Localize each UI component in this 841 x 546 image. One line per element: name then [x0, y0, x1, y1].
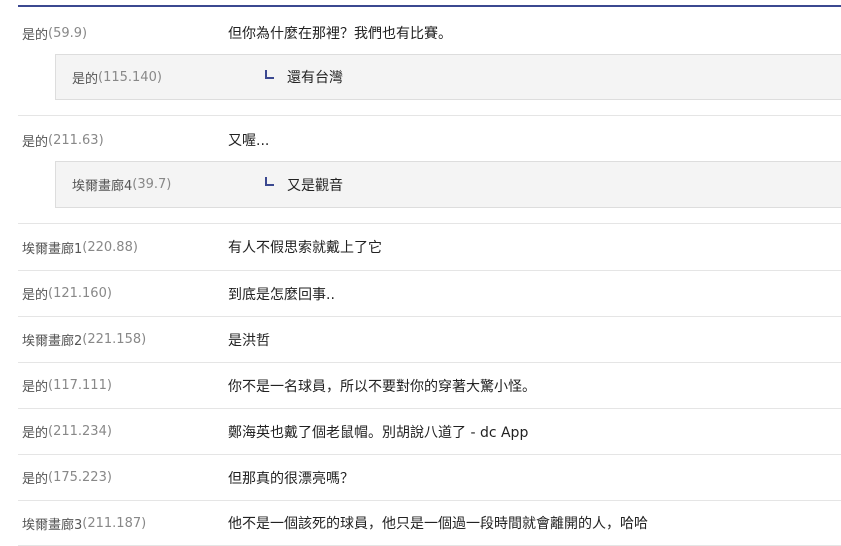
- reply-text: 又是觀音: [287, 177, 343, 194]
- comment-text: 又喔...: [228, 133, 270, 149]
- comment-author[interactable]: 是的 (175.223): [22, 455, 112, 500]
- comment-author[interactable]: 是的 (121.160): [22, 271, 112, 316]
- comment-row: 是的 (211.63) 又喔...: [18, 120, 841, 160]
- reply-arrow-icon: [265, 177, 274, 186]
- comment-author[interactable]: 是的 (211.63): [22, 120, 104, 160]
- comment-text: 他不是一個該死的球員，他只是一個過一段時間就會離開的人，哈哈: [228, 516, 648, 532]
- comment-text: 到底是怎麼回事..: [228, 286, 335, 303]
- comment-author[interactable]: 是的 (59.9): [22, 12, 87, 54]
- comment-author[interactable]: 埃爾畫廊1 (220.88): [22, 224, 138, 270]
- reply-author[interactable]: 是的 (115.140): [72, 55, 162, 99]
- comment-text: 你不是一名球員，所以不要對你的穿著大驚小怪。: [228, 378, 536, 395]
- comment-text: 是洪哲: [228, 332, 270, 349]
- list-top-border: [18, 5, 841, 7]
- reply-row: 是的 (115.140) 還有台灣: [55, 54, 841, 100]
- comment-row: 是的 (121.160) 到底是怎麼回事..: [18, 271, 841, 317]
- reply-row: 埃爾畫廊4 (39.7) 又是觀音: [55, 161, 841, 208]
- comment-author[interactable]: 埃爾畫廊2 (221.158): [22, 317, 146, 362]
- comment-row: 是的 (211.234) 鄭海英也戴了個老鼠帽。別胡說八道了 - dc App: [18, 409, 841, 455]
- reply-author[interactable]: 埃爾畫廊4 (39.7): [72, 162, 171, 207]
- comment-row: 是的 (175.223) 但那真的很漂亮嗎？: [18, 455, 841, 501]
- comment-row: 埃爾畫廊3 (211.187) 他不是一個該死的球員，他只是一個過一段時間就會離開…: [18, 501, 841, 546]
- comment-author[interactable]: 是的 (117.111): [22, 363, 112, 408]
- comment-author[interactable]: 埃爾畫廊3 (211.187): [22, 501, 146, 545]
- comment-text: 但那真的很漂亮嗎？: [228, 470, 354, 487]
- reply-text: 還有台灣: [287, 70, 343, 86]
- comment-row: 埃爾畫廊2 (221.158) 是洪哲: [18, 317, 841, 363]
- comment-row: 是的 (117.111) 你不是一名球員，所以不要對你的穿著大驚小怪。: [18, 363, 841, 409]
- comment-text: 鄭海英也戴了個老鼠帽。別胡說八道了 - dc App: [228, 424, 529, 441]
- comment-divider: [18, 207, 841, 224]
- comment-text: 有人不假思索就戴上了它: [228, 240, 382, 256]
- comment-divider: [18, 99, 841, 116]
- comment-author[interactable]: 是的 (211.234): [22, 409, 112, 454]
- comment-text: 但你為什麼在那裡？我們也有比賽。: [228, 26, 452, 42]
- reply-arrow-icon: [265, 70, 274, 79]
- comment-row: 埃爾畫廊1 (220.88) 有人不假思索就戴上了它: [18, 224, 841, 271]
- comment-row: 是的 (59.9) 但你為什麼在那裡？我們也有比賽。: [18, 12, 841, 54]
